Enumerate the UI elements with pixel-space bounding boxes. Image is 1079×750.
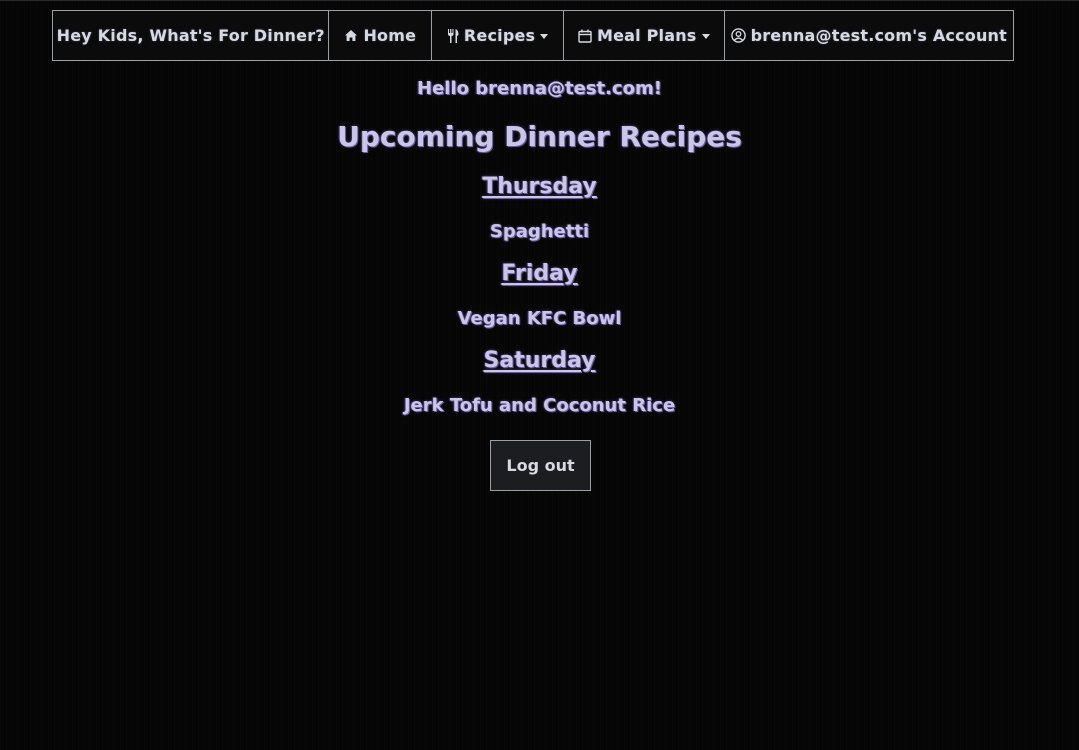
nav-recipes-label: Recipes [463, 26, 536, 45]
nav-home-label: Home [363, 26, 417, 45]
recipe-link-saturday[interactable]: Jerk Tofu and Coconut Rice [0, 395, 1079, 416]
day-heading-friday: Friday [0, 261, 1079, 286]
day-label: Saturday [483, 348, 596, 373]
day-heading-saturday: Saturday [0, 348, 1079, 373]
nav-home[interactable]: Home [328, 11, 431, 60]
page-title: Upcoming Dinner Recipes [337, 120, 742, 153]
greeting-text: Hello brenna@test.com! [417, 78, 662, 99]
day-label: Friday [501, 261, 578, 286]
top-navbar: Hey Kids, What's For Dinner? Home Recipe… [52, 10, 1014, 61]
day-heading-thursday: Thursday [0, 174, 1079, 199]
nav-account-label: brenna@test.com's Account [750, 26, 1007, 45]
user-circle-icon [730, 28, 746, 43]
calendar-icon [578, 29, 592, 43]
chevron-down-icon [701, 34, 710, 39]
nav-meal-plans-label: Meal Plans [596, 26, 697, 45]
nav-account[interactable]: brenna@test.com's Account [723, 11, 1013, 60]
recipe-link-friday[interactable]: Vegan KFC Bowl [0, 308, 1079, 329]
day-label: Thursday [482, 174, 597, 199]
logout-button[interactable]: Log out [490, 440, 591, 491]
home-icon [344, 29, 358, 42]
brand-label: Hey Kids, What's For Dinner? [56, 26, 325, 45]
recipe-link-thursday[interactable]: Spaghetti [0, 221, 1079, 242]
nav-recipes-dropdown[interactable]: Recipes [431, 11, 563, 60]
brand-link[interactable]: Hey Kids, What's For Dinner? [53, 11, 328, 60]
chevron-down-icon [540, 34, 549, 39]
utensils-icon [447, 28, 459, 43]
nav-meal-plans-dropdown[interactable]: Meal Plans [562, 11, 724, 60]
